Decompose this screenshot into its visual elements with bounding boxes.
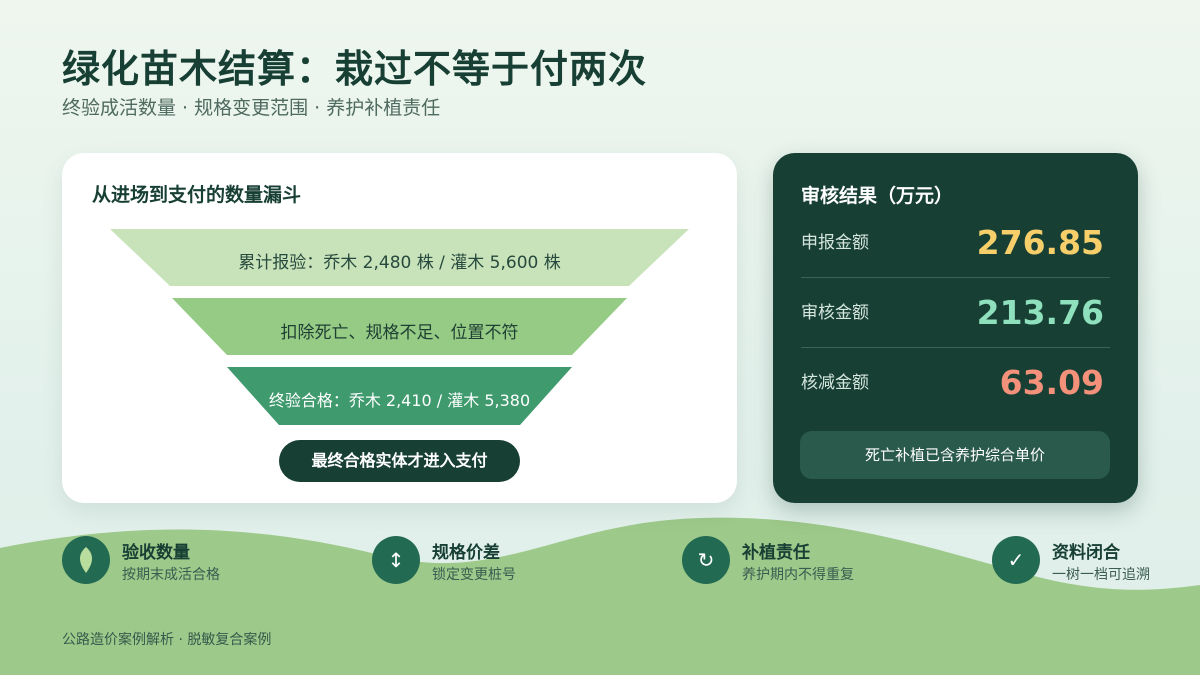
replanting-note-button: 死亡补植已含养护综合单价 [800,431,1110,479]
deducted-amount-label: 核减金额 [801,373,869,393]
funnel-stage-2-label: 扣除死亡、规格不足、位置不符 [280,323,519,343]
footer-note: 公路造价案例解析 · 脱敏复合案例 [62,632,272,648]
feature-title: 资料闭合 [1052,543,1120,563]
approved-amount-row: 审核金额 213.76 [801,278,1110,348]
approved-amount-value: 213.76 [976,293,1104,332]
funnel-card: 从进场到支付的数量漏斗 累计报验：乔木 2,480 株 / 灌木 5,600 株… [62,153,737,503]
check-icon: ✓ [992,536,1040,584]
declared-amount-row: 申报金额 276.85 [801,208,1110,278]
deducted-amount-value: 63.09 [999,363,1104,402]
funnel-stage-1-label: 累计报验：乔木 2,480 株 / 灌木 5,600 株 [238,253,561,273]
approved-amount-label: 审核金额 [801,303,869,323]
declared-amount-label: 申报金额 [801,233,869,253]
funnel-stage-3-label: 终验合格：乔木 2,410 / 灌木 5,380 [268,391,531,410]
final-payment-pill: 最终合格实体才进入支付 [279,440,520,482]
up-down-arrow-icon: ↕ [372,536,420,584]
leaf-icon [62,536,110,584]
feature-subtitle: 养护期内不得重复 [742,567,854,583]
feature-title: 验收数量 [122,543,190,563]
page-title: 绿化苗木结算：栽过不等于付两次 [62,47,648,91]
page-subtitle: 终验成活数量 · 规格变更范围 · 养护补植责任 [62,97,441,119]
audit-result-panel: 审核结果（万元） 申报金额 276.85 审核金额 213.76 核减金额 63… [773,153,1138,503]
refresh-icon: ↻ [682,536,730,584]
result-panel-title: 审核结果（万元） [801,185,954,207]
feature-title: 规格价差 [432,543,500,563]
feature-subtitle: 锁定变更桩号 [432,567,516,583]
declared-amount-value: 276.85 [976,223,1104,262]
feature-title: 补植责任 [742,543,810,563]
feature-subtitle: 按期末成活合格 [122,567,220,583]
feature-subtitle: 一树一档可追溯 [1052,567,1150,583]
deducted-amount-row: 核减金额 63.09 [801,348,1110,418]
